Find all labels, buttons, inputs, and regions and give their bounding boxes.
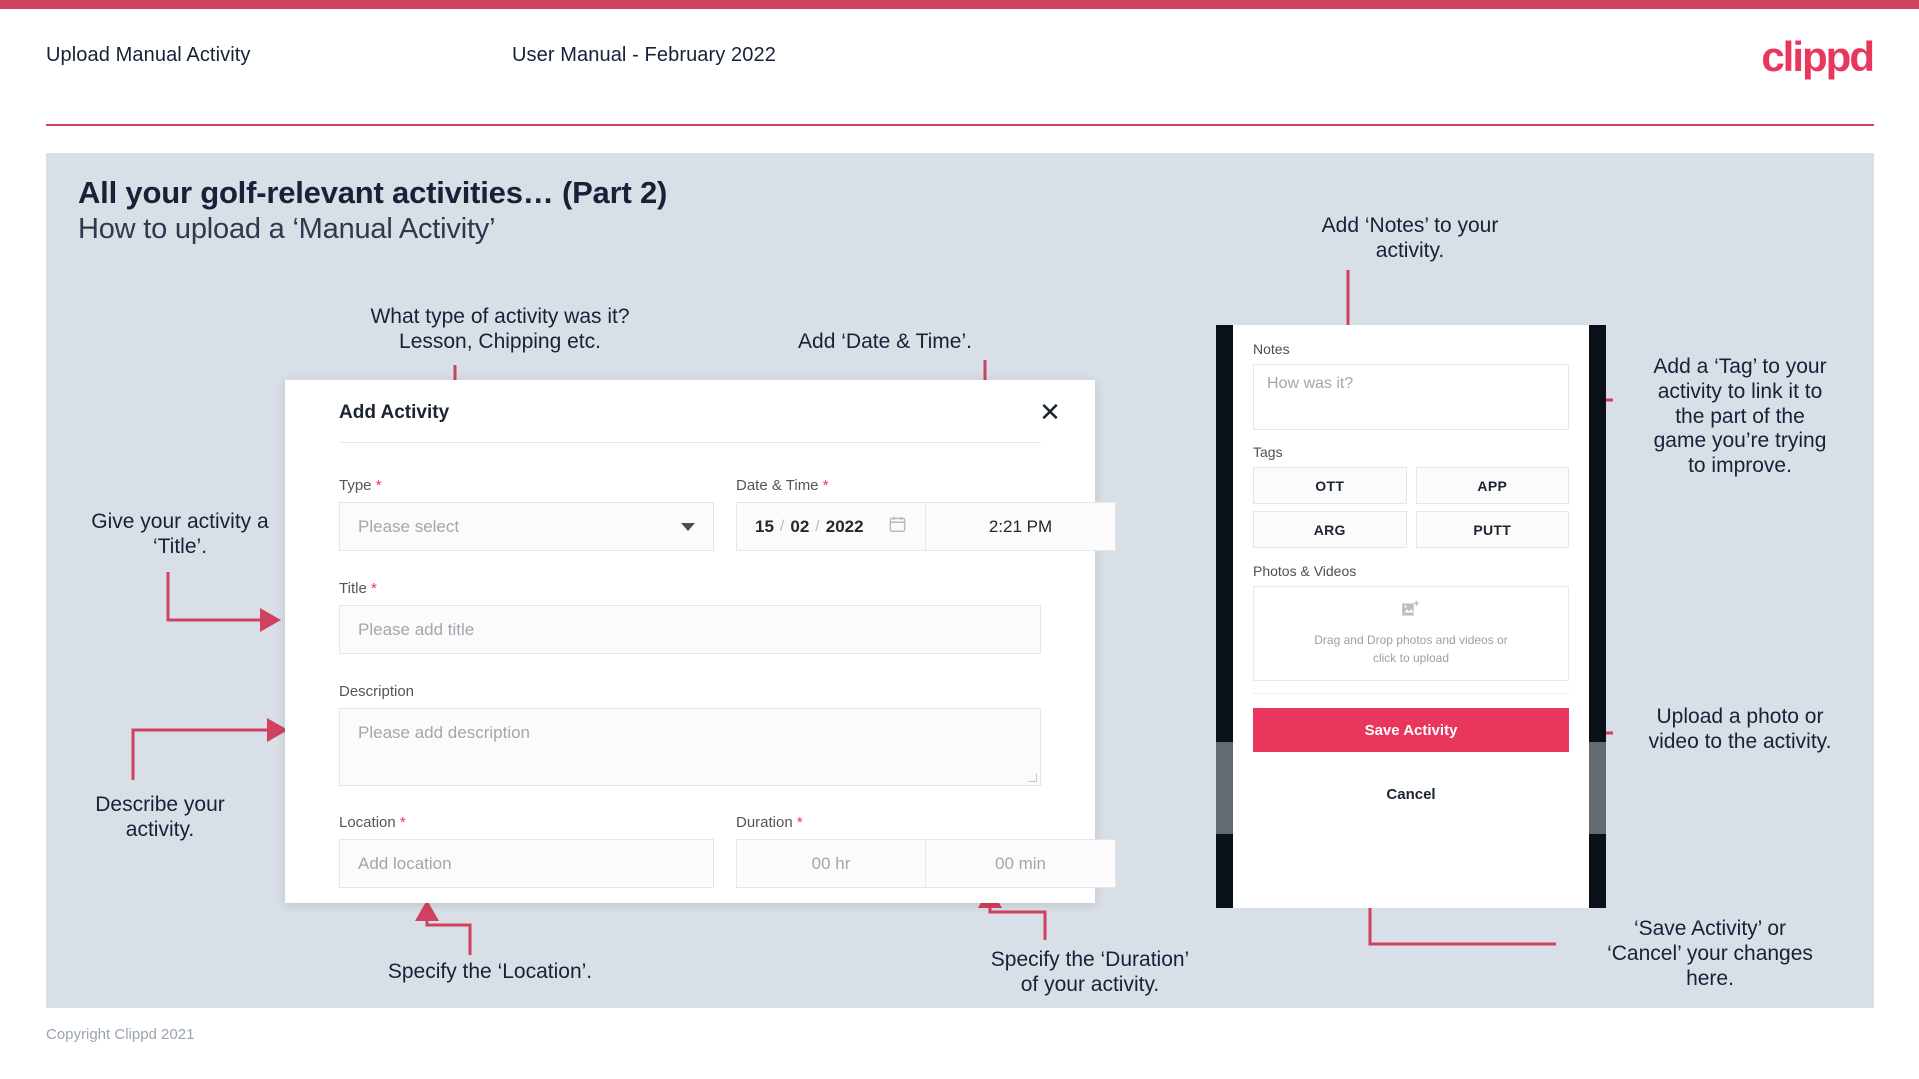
annotation-describe: Describe your activity. bbox=[95, 793, 225, 841]
date-year: 2022 bbox=[825, 516, 864, 536]
type-select[interactable]: Please select bbox=[339, 502, 714, 551]
title-placeholder: Please add title bbox=[358, 619, 475, 639]
phone-bezel-right bbox=[1589, 325, 1606, 908]
field-title-label: Title * bbox=[339, 580, 377, 597]
description-textarea[interactable]: Please add description bbox=[339, 708, 1041, 786]
annotation-duration: Specify the ‘Duration’ of your activity. bbox=[990, 948, 1190, 996]
dropzone-text: Drag and Drop photos and videos or click … bbox=[1314, 633, 1508, 665]
page-title: All your golf-relevant activities… (Part… bbox=[78, 175, 668, 210]
title-input[interactable]: Please add title bbox=[339, 605, 1041, 654]
phone-divider bbox=[1253, 693, 1569, 694]
resize-handle-icon[interactable] bbox=[1028, 773, 1037, 782]
required-marker: * bbox=[792, 814, 803, 831]
phone-screen: Notes How was it? Tags OTT APP ARG PUTT … bbox=[1233, 325, 1589, 908]
required-marker: * bbox=[366, 580, 377, 597]
photos-videos-label: Photos & Videos bbox=[1253, 563, 1357, 579]
date-separator: / bbox=[815, 517, 820, 535]
date-month: 02 bbox=[790, 516, 810, 536]
close-icon[interactable]: ✕ bbox=[1033, 395, 1067, 429]
tag-app[interactable]: APP bbox=[1415, 467, 1569, 504]
notes-placeholder: How was it? bbox=[1267, 375, 1354, 392]
annotation-location: Specify the ‘Location’. bbox=[387, 960, 593, 983]
field-location-label: Location * bbox=[339, 814, 406, 831]
annotation-type: What type of activity was it? Lesson, Chi… bbox=[370, 305, 630, 353]
annotation-title: Give your activity a ‘Title’. bbox=[91, 510, 269, 558]
location-placeholder: Add location bbox=[358, 853, 452, 873]
notes-textarea[interactable]: How was it? bbox=[1253, 364, 1569, 430]
header-subtitle: User Manual - February 2022 bbox=[512, 44, 776, 66]
field-title: Title * Please add title bbox=[339, 580, 1041, 654]
field-type: Type * Please select bbox=[339, 477, 714, 551]
tag-arg[interactable]: ARG bbox=[1253, 511, 1407, 548]
annotation-save-cancel: ‘Save Activity’ or ‘Cancel’ your changes h… bbox=[1607, 917, 1813, 990]
required-marker: * bbox=[818, 477, 829, 494]
clippd-logo: clippd bbox=[1761, 33, 1875, 80]
date-day: 15 bbox=[755, 516, 774, 536]
annotation-notes: Add ‘Notes’ to your activity. bbox=[1321, 214, 1499, 262]
modal-header: Add Activity ✕ bbox=[285, 380, 1095, 442]
duration-minutes-input[interactable]: 00 min bbox=[926, 839, 1116, 888]
field-datetime: Date & Time * 15 / 02 / 2022 2:21 PM bbox=[736, 477, 1116, 551]
field-location: Location * Add location bbox=[339, 814, 714, 888]
required-marker: * bbox=[395, 814, 406, 831]
save-activity-button[interactable]: Save Activity bbox=[1253, 708, 1569, 752]
description-placeholder: Please add description bbox=[358, 723, 531, 742]
tag-ott[interactable]: OTT bbox=[1253, 467, 1407, 504]
modal-divider bbox=[339, 442, 1041, 443]
required-marker: * bbox=[371, 477, 382, 494]
phone-mockup: Notes How was it? Tags OTT APP ARG PUTT … bbox=[1216, 325, 1606, 908]
slide-page: Upload Manual Activity User Manual - Feb… bbox=[0, 0, 1919, 1079]
copyright-text: Copyright Clippd 2021 bbox=[46, 1026, 195, 1043]
phone-bezel-left bbox=[1216, 325, 1233, 908]
modal-title: Add Activity bbox=[339, 402, 450, 423]
date-separator: / bbox=[779, 517, 785, 535]
notes-label: Notes bbox=[1253, 341, 1290, 357]
time-input[interactable]: 2:21 PM bbox=[926, 502, 1116, 551]
page-subtitle: How to upload a ‘Manual Activity’ bbox=[78, 213, 496, 245]
cancel-button[interactable]: Cancel bbox=[1253, 774, 1569, 814]
header-divider bbox=[46, 124, 1874, 126]
calendar-icon[interactable] bbox=[888, 515, 907, 539]
field-type-label: Type * bbox=[339, 477, 382, 494]
top-accent-bar bbox=[0, 0, 1919, 9]
type-select-placeholder: Please select bbox=[358, 516, 460, 536]
annotation-date-time: Add ‘Date & Time’. bbox=[798, 330, 972, 353]
field-description-label: Description bbox=[339, 683, 415, 700]
annotation-tag: Add a ‘Tag’ to your activity to link it t… bbox=[1653, 355, 1827, 478]
duration-hours-value: 00 hr bbox=[811, 853, 851, 873]
tags-grid: OTT APP ARG PUTT bbox=[1253, 467, 1569, 548]
add-activity-modal: Add Activity ✕ Type * Please select Date… bbox=[285, 380, 1116, 903]
chevron-down-icon bbox=[681, 522, 695, 531]
tag-putt[interactable]: PUTT bbox=[1415, 511, 1569, 548]
duration-hours-input[interactable]: 00 hr bbox=[736, 839, 926, 888]
time-value: 2:21 PM bbox=[988, 516, 1053, 536]
annotation-upload: Upload a photo or video to the activity. bbox=[1648, 705, 1832, 753]
date-input[interactable]: 15 / 02 / 2022 bbox=[736, 502, 926, 551]
location-input[interactable]: Add location bbox=[339, 839, 714, 888]
field-duration-label: Duration * bbox=[736, 814, 803, 831]
header-title: Upload Manual Activity bbox=[46, 44, 251, 66]
add-image-icon bbox=[1401, 600, 1422, 625]
field-duration: Duration * 00 hr 00 min bbox=[736, 814, 1116, 888]
duration-minutes-value: 00 min bbox=[994, 853, 1047, 873]
field-datetime-label: Date & Time * bbox=[736, 477, 829, 494]
field-description: Description Please add description bbox=[339, 683, 1041, 786]
photo-dropzone[interactable]: Drag and Drop photos and videos or click … bbox=[1253, 586, 1569, 681]
tags-label: Tags bbox=[1253, 444, 1283, 460]
